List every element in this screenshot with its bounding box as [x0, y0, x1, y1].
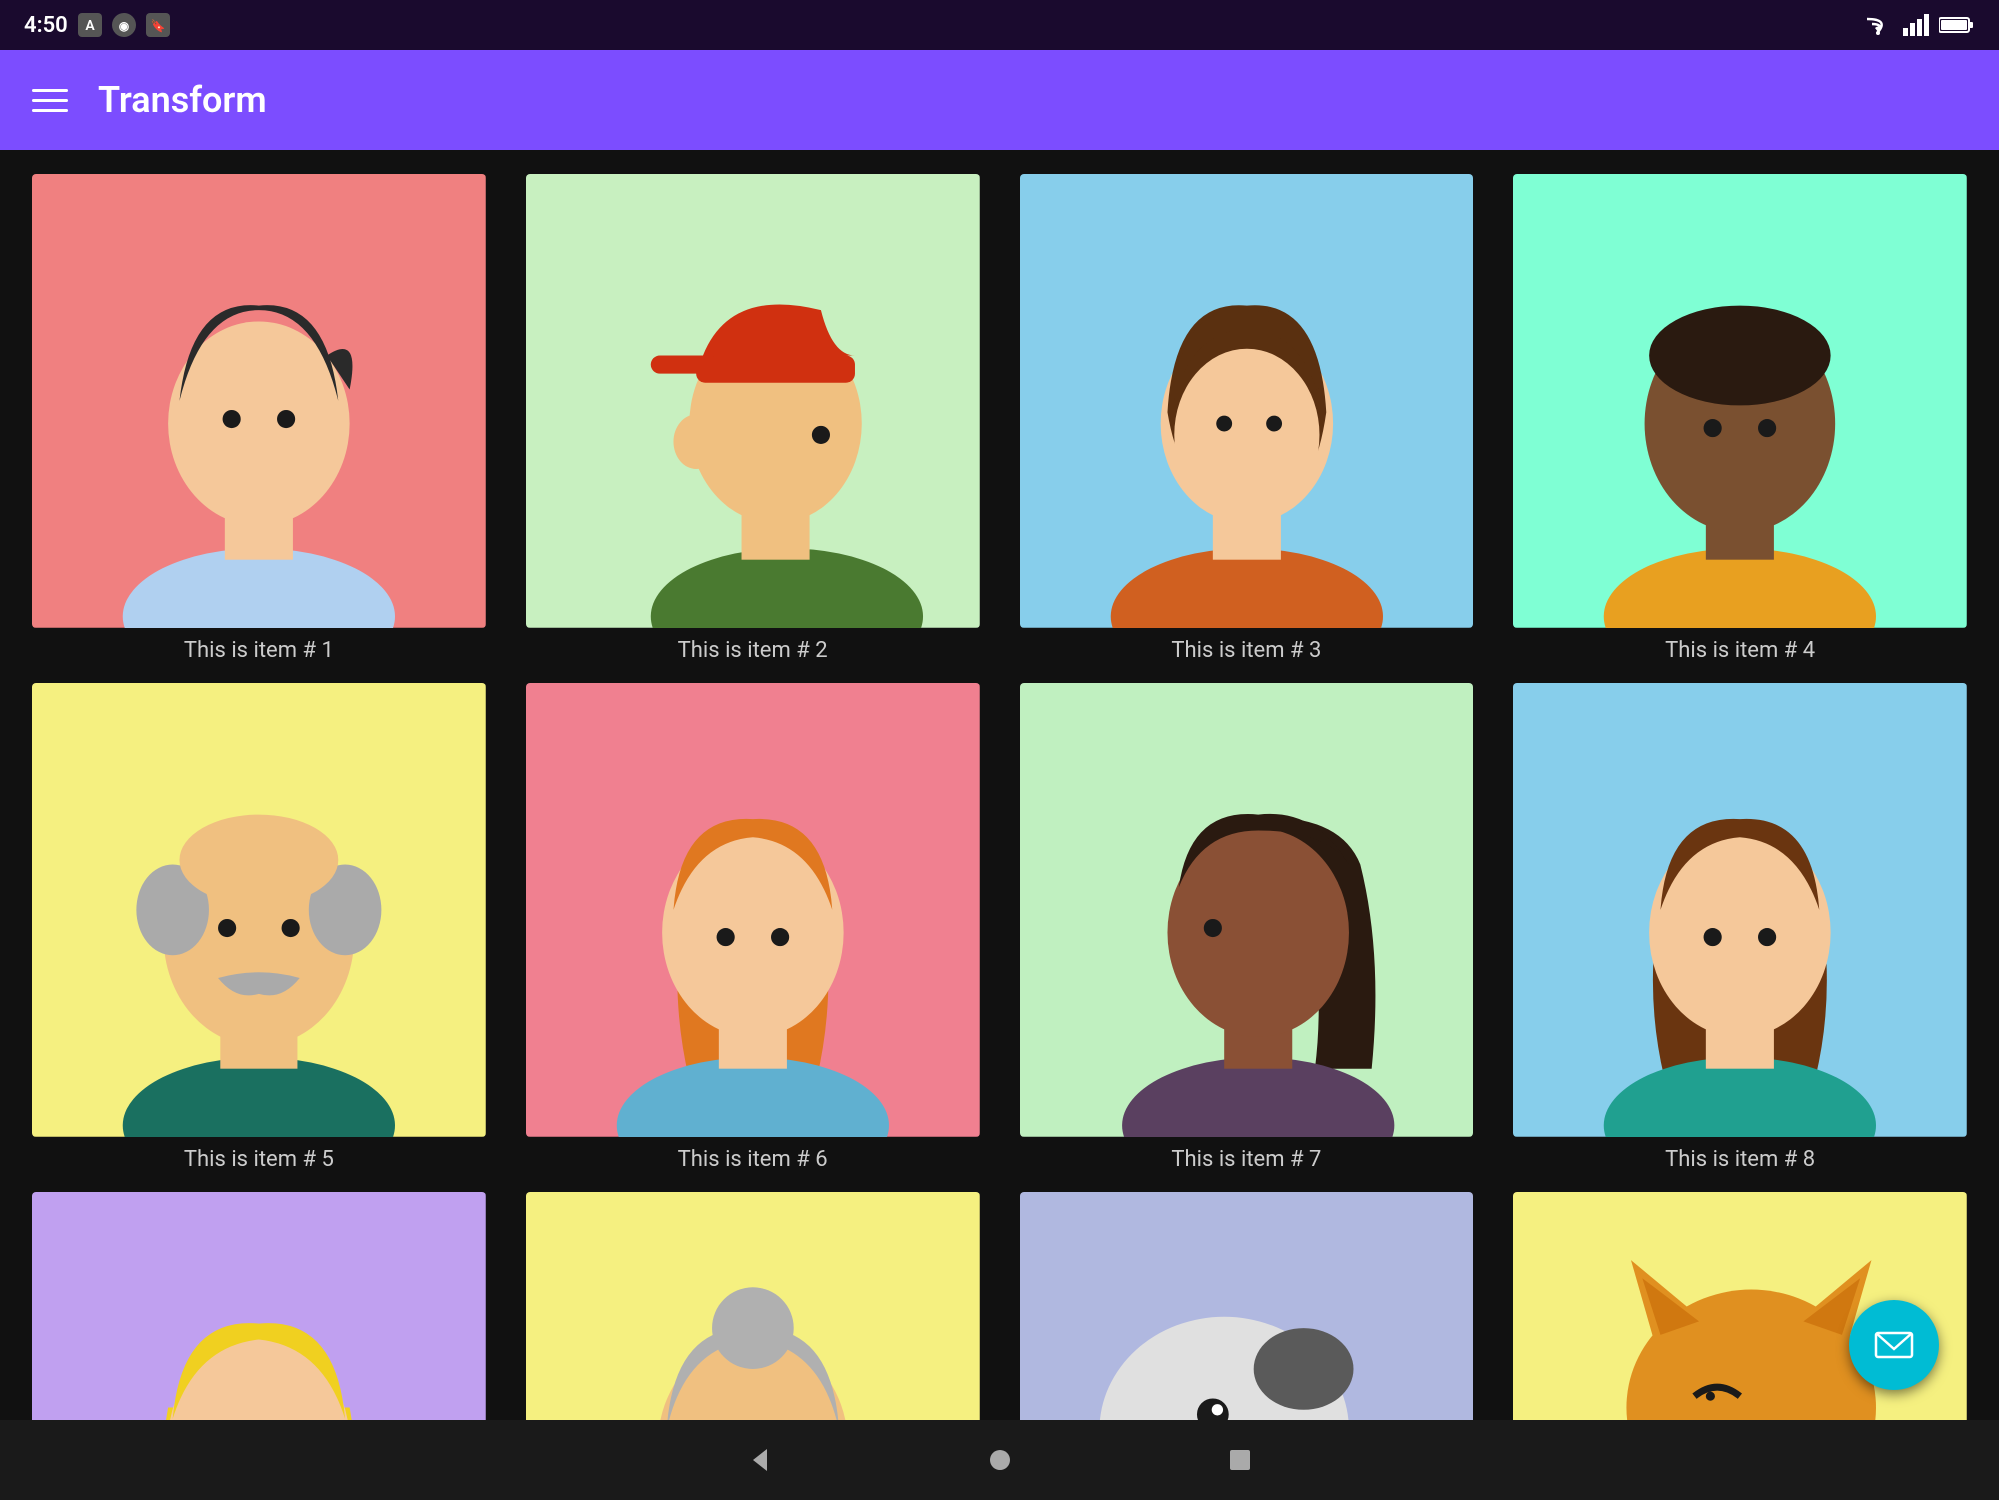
item-label-3: This is item # 3	[1171, 638, 1321, 663]
time-display: 4:50	[24, 13, 68, 38]
home-icon	[988, 1448, 1012, 1472]
item-label-2: This is item # 2	[678, 638, 828, 663]
list-item[interactable]: This is item # 9	[32, 1192, 486, 1421]
item-card-5[interactable]	[32, 683, 486, 1137]
svg-text:◉: ◉	[118, 19, 129, 33]
item-card-7[interactable]	[1020, 683, 1474, 1137]
item-label-7: This is item # 7	[1171, 1147, 1321, 1172]
menu-button[interactable]	[32, 89, 68, 112]
list-item[interactable]: This is item # 2	[526, 174, 980, 663]
svg-text:A: A	[85, 18, 95, 34]
item-card-1[interactable]	[32, 174, 486, 628]
list-item[interactable]: This is item # 11	[1020, 1192, 1474, 1421]
email-icon	[1872, 1323, 1916, 1367]
item-label-1: This is item # 1	[184, 638, 334, 663]
list-item[interactable]: This is item # 7	[1020, 683, 1474, 1172]
item-card-2[interactable]	[526, 174, 980, 628]
app-icon-1: A	[78, 13, 102, 37]
signal-icon	[1903, 14, 1929, 36]
app-icon-3: 🔖	[146, 13, 170, 37]
svg-text:🔖: 🔖	[150, 19, 165, 33]
list-item[interactable]: This is item # 5	[32, 683, 486, 1172]
battery-icon	[1939, 15, 1975, 35]
app-icon-2: ◉	[112, 13, 136, 37]
list-item[interactable]: This is item # 1	[32, 174, 486, 663]
items-grid: This is item # 1	[32, 174, 1967, 1420]
app-bar: Transform	[0, 50, 1999, 150]
app-title: Transform	[98, 79, 267, 121]
item-card-6[interactable]	[526, 683, 980, 1137]
home-button[interactable]	[980, 1440, 1020, 1480]
item-label-4: This is item # 4	[1665, 638, 1815, 663]
item-label-8: This is item # 8	[1665, 1147, 1815, 1172]
recents-icon	[1228, 1448, 1252, 1472]
item-card-3[interactable]	[1020, 174, 1474, 628]
item-card-11[interactable]	[1020, 1192, 1474, 1421]
item-card-10[interactable]	[526, 1192, 980, 1421]
fab-email-button[interactable]	[1849, 1300, 1939, 1390]
item-card-9[interactable]	[32, 1192, 486, 1421]
item-label-5: This is item # 5	[184, 1147, 334, 1172]
back-icon	[745, 1445, 775, 1475]
status-icons	[1863, 14, 1975, 36]
item-card-8[interactable]	[1513, 683, 1967, 1137]
item-label-6: This is item # 6	[678, 1147, 828, 1172]
wifi-icon	[1863, 14, 1893, 36]
list-item[interactable]: This is item # 4	[1513, 174, 1967, 663]
list-item[interactable]: This is item # 6	[526, 683, 980, 1172]
list-item[interactable]: This is item # 10	[526, 1192, 980, 1421]
status-time: 4:50 A ◉ 🔖	[24, 13, 170, 38]
item-card-4[interactable]	[1513, 174, 1967, 628]
back-button[interactable]	[740, 1440, 780, 1480]
list-item[interactable]: This is item # 8	[1513, 683, 1967, 1172]
status-bar: 4:50 A ◉ 🔖	[0, 0, 1999, 50]
recents-button[interactable]	[1220, 1440, 1260, 1480]
bottom-navigation	[0, 1420, 1999, 1500]
main-content: This is item # 1	[0, 150, 1999, 1420]
list-item[interactable]: This is item # 3	[1020, 174, 1474, 663]
